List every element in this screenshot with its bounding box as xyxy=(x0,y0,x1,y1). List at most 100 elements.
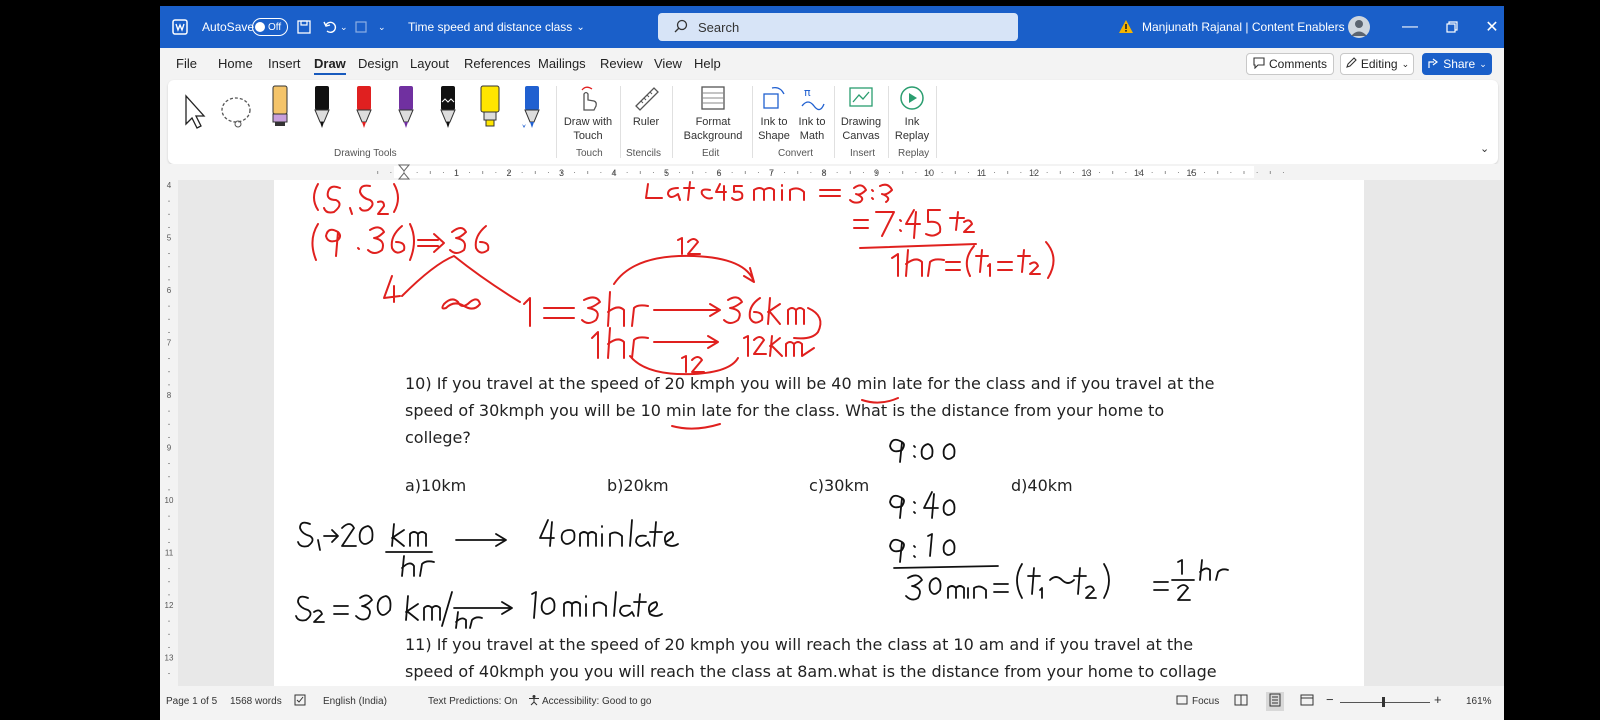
focus-button[interactable]: Focus xyxy=(1192,696,1219,707)
avatar[interactable] xyxy=(1348,6,1370,48)
option-d: d)40km xyxy=(1011,476,1073,495)
web-layout-icon[interactable] xyxy=(1300,694,1314,709)
zoom-level[interactable]: 161% xyxy=(1466,696,1492,707)
vertical-ruler[interactable]: 4 5 6 7 8 9 10 11 12 13 xyxy=(160,180,178,701)
tab-draw[interactable]: Draw xyxy=(314,56,346,75)
zoom-out-button[interactable]: − xyxy=(1326,692,1334,707)
undo-icon[interactable] xyxy=(322,6,338,48)
group-label-edit: Edit xyxy=(702,148,720,159)
drawing-canvas-label: Drawing Canvas xyxy=(840,116,882,142)
vertical-ruler-number: 10 xyxy=(165,496,174,505)
select-cursor-icon[interactable] xyxy=(180,94,208,142)
autosave-label: AutoSave xyxy=(202,20,255,34)
editing-label: Editing xyxy=(1360,57,1398,71)
autosave-toggle[interactable]: Off xyxy=(252,6,288,48)
format-background-button[interactable]: Format Background xyxy=(676,84,750,143)
vertical-ruler-number: 5 xyxy=(167,234,172,243)
ribbon-separator xyxy=(620,86,621,158)
tab-design[interactable]: Design xyxy=(358,56,398,71)
horizontal-ruler[interactable]: 1 2 3 4 5 6 7 8 9 10 11 12 13 14 15 xyxy=(160,164,1504,180)
share-label: Share xyxy=(1443,57,1476,71)
option-b: b)20km xyxy=(607,476,669,495)
document-title[interactable]: Time speed and distance class ⌄ xyxy=(408,6,585,48)
drawing-canvas-icon xyxy=(847,84,875,112)
ink-to-shape-button[interactable]: Ink to Shape xyxy=(756,84,792,143)
ruler-number: 3 xyxy=(559,168,564,178)
tab-layout[interactable]: Layout xyxy=(410,56,449,71)
page-count[interactable]: Page 1 of 5 xyxy=(166,696,217,707)
tab-references[interactable]: References xyxy=(464,56,530,71)
vertical-ruler-number: 13 xyxy=(165,654,174,663)
tab-help[interactable]: Help xyxy=(694,56,721,71)
highlighter-yellow-icon[interactable] xyxy=(476,84,504,132)
format-background-label: Format Background xyxy=(683,116,743,142)
pen-black-icon[interactable] xyxy=(308,84,336,132)
restore-button[interactable] xyxy=(1432,6,1472,48)
customize-toolbar-icon[interactable]: ⌄ xyxy=(378,6,386,48)
option-c: c)30km xyxy=(809,476,870,495)
zoom-slider-thumb[interactable] xyxy=(1382,697,1385,707)
ink-replay-icon xyxy=(898,84,926,112)
pen-purple-icon[interactable] xyxy=(392,84,420,132)
question-10-line-2: speed of 30kmph you will be 10 min late … xyxy=(405,401,1165,420)
ruler-number: 15 xyxy=(1186,168,1196,178)
save-icon[interactable] xyxy=(296,6,312,48)
ink-replay-button[interactable]: Ink Replay xyxy=(892,84,932,143)
search-placeholder: Search xyxy=(698,19,740,35)
document-title-text: Time speed and distance class xyxy=(408,20,573,34)
close-button[interactable]: ✕ xyxy=(1472,6,1504,48)
minimize-button[interactable]: — xyxy=(1390,6,1430,48)
vertical-ruler-number: 12 xyxy=(165,601,174,610)
pen-blue-icon[interactable] xyxy=(518,84,546,132)
drawing-canvas-button[interactable]: Drawing Canvas xyxy=(838,84,884,143)
search-box[interactable]: Search xyxy=(658,13,1018,41)
pen-red-icon[interactable] xyxy=(350,84,378,132)
redo-icon[interactable] xyxy=(354,6,368,48)
group-label-insert: Insert xyxy=(850,148,876,159)
pencil-icon xyxy=(1345,56,1357,72)
tab-review[interactable]: Review xyxy=(600,56,643,71)
ink-to-math-button[interactable]: π Ink to Math xyxy=(794,84,830,143)
user-name[interactable]: Manjunath Rajanal | Content Enablers xyxy=(1142,6,1345,48)
ruler-number: 12 xyxy=(1029,168,1039,178)
zoom-slider[interactable] xyxy=(1340,702,1430,703)
language[interactable]: English (India) xyxy=(323,696,387,707)
read-mode-icon[interactable] xyxy=(1234,694,1248,709)
accessibility-status[interactable]: Accessibility: Good to go xyxy=(542,696,652,707)
ruler-number: 14 xyxy=(1134,168,1144,178)
proofing-icon[interactable] xyxy=(294,694,306,709)
ruler-number: 5 xyxy=(664,168,669,178)
draw-with-touch-label: Draw with Touch xyxy=(563,116,613,142)
ink-to-math-label: Ink to Math xyxy=(798,116,826,142)
word-logo-icon xyxy=(172,6,188,48)
group-label-convert: Convert xyxy=(778,148,814,159)
document-area[interactable]: 10) If you travel at the speed of 20 kmp… xyxy=(178,180,1504,686)
text-predictions[interactable]: Text Predictions: On xyxy=(428,696,517,707)
group-label-stencils: Stencils xyxy=(626,148,662,159)
group-label-replay: Replay xyxy=(898,148,930,159)
tab-file[interactable]: File xyxy=(176,56,197,71)
format-background-icon xyxy=(699,84,727,112)
share-button[interactable]: Share ⌄ xyxy=(1422,53,1492,75)
print-layout-icon[interactable] xyxy=(1266,692,1284,711)
word-count[interactable]: 1568 words xyxy=(230,696,282,707)
undo-dropdown-icon[interactable]: ⌄ xyxy=(340,6,348,48)
tab-home[interactable]: Home xyxy=(218,56,253,71)
zoom-in-button[interactable]: + xyxy=(1434,692,1442,707)
ink-replay-label: Ink Replay xyxy=(894,116,930,142)
warning-icon[interactable] xyxy=(1118,6,1134,48)
pen-highlighter-orange-icon[interactable] xyxy=(266,84,294,132)
draw-with-touch-button[interactable]: Draw with Touch xyxy=(560,84,616,143)
ruler-button[interactable]: Ruler xyxy=(624,84,668,129)
tab-view[interactable]: View xyxy=(654,56,682,71)
comments-button[interactable]: Comments xyxy=(1246,53,1334,75)
lasso-select-icon[interactable] xyxy=(218,94,251,142)
ribbon-separator xyxy=(888,86,889,158)
document-page[interactable]: 10) If you travel at the speed of 20 kmp… xyxy=(274,180,1364,686)
editing-button[interactable]: Editing ⌄ xyxy=(1340,53,1414,75)
pen-black-galaxy-icon[interactable] xyxy=(434,84,462,132)
tab-insert[interactable]: Insert xyxy=(268,56,301,71)
tab-mailings[interactable]: Mailings xyxy=(538,56,586,71)
ribbon-collapse-icon[interactable]: ⌄ xyxy=(1480,142,1489,155)
question-11-line-2: speed of 40kmph you you will reach the c… xyxy=(405,662,1217,681)
